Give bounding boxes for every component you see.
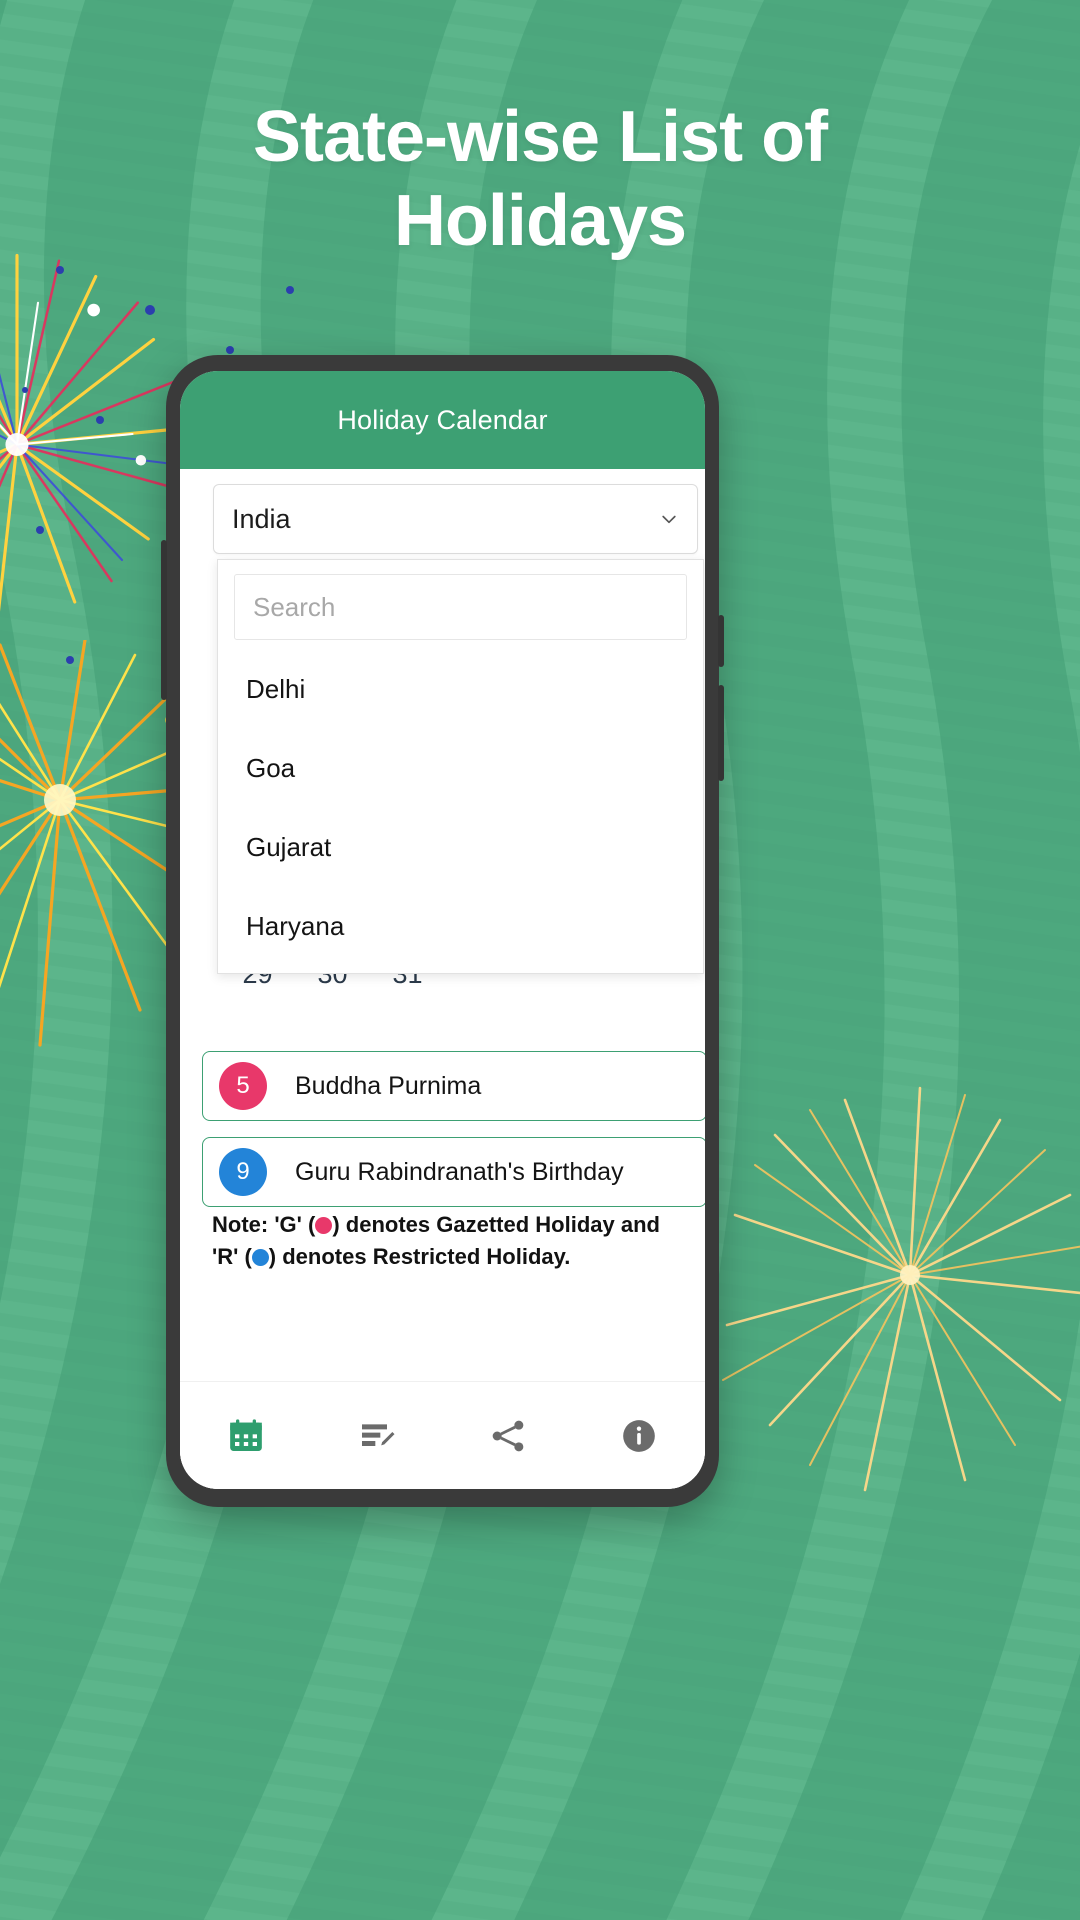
app-bar: Holiday Calendar xyxy=(180,371,705,469)
state-option-label: Haryana xyxy=(246,911,345,941)
search-placeholder: Search xyxy=(253,591,336,622)
share-icon xyxy=(492,1420,524,1451)
holiday-day-badge: 5 xyxy=(219,1062,267,1110)
state-option-goa[interactable]: Goa xyxy=(218,729,703,808)
state-option-label: Delhi xyxy=(246,674,306,704)
note-edit-icon xyxy=(361,1423,395,1446)
phone-volume-button xyxy=(161,540,167,700)
phone-side-button xyxy=(718,685,724,781)
holiday-card-guru-rabindranath-birthday[interactable]: 9 Guru Rabindranath's Birthday xyxy=(202,1137,705,1207)
country-select-value: India xyxy=(232,503,291,534)
phone-mockup: Holiday Calendar India 29 30 31 Search D… xyxy=(161,355,724,1507)
headline-line-2: Holidays xyxy=(393,181,687,261)
promo-headline: State-wise List of Holidays xyxy=(0,95,1080,263)
info-icon xyxy=(623,1419,656,1452)
nav-item-calendar[interactable] xyxy=(180,1416,311,1456)
chevron-down-icon xyxy=(662,515,676,524)
country-select[interactable]: India xyxy=(213,484,698,554)
phone-screen: Holiday Calendar India 29 30 31 Search D… xyxy=(180,371,705,1489)
state-option-delhi[interactable]: Delhi xyxy=(218,650,703,729)
restricted-dot-icon xyxy=(251,1249,269,1266)
holiday-card-buddha-purnima[interactable]: 5 Buddha Purnima xyxy=(202,1051,705,1121)
holiday-list: 5 Buddha Purnima 9 Guru Rabindranath's B… xyxy=(202,1051,705,1223)
headline-line-1: State-wise List of xyxy=(252,97,828,177)
note-part-1: Note: 'G' ( xyxy=(212,1212,316,1237)
state-option-haryana[interactable]: Haryana xyxy=(218,887,703,966)
bottom-navigation-bar xyxy=(180,1381,705,1489)
state-option-label: Goa xyxy=(246,753,296,783)
nav-item-share[interactable] xyxy=(443,1416,574,1456)
state-option-list: Delhi Goa Gujarat Haryana xyxy=(218,640,703,966)
calendar-icon xyxy=(229,1418,262,1451)
legend-note: Note: 'G' () denotes Gazetted Holiday an… xyxy=(212,1209,682,1273)
holiday-name: Buddha Purnima xyxy=(295,1071,482,1100)
state-option-gujarat[interactable]: Gujarat xyxy=(218,808,703,887)
note-part-3: ) denotes Restricted Holiday. xyxy=(268,1244,571,1269)
nav-item-notes[interactable] xyxy=(311,1416,442,1456)
app-content: India 29 30 31 Search Delhi Goa Gujarat … xyxy=(180,469,705,1489)
state-dropdown-panel: Search Delhi Goa Gujarat Haryana xyxy=(217,559,704,974)
app-title: Holiday Calendar xyxy=(337,404,548,435)
nav-item-info[interactable] xyxy=(574,1416,705,1456)
phone-power-button xyxy=(718,615,724,667)
firework-right xyxy=(722,1086,1080,1492)
holiday-day-badge: 9 xyxy=(219,1148,267,1196)
gazetted-dot-icon xyxy=(315,1217,333,1234)
state-option-label: Gujarat xyxy=(246,832,332,862)
holiday-name: Guru Rabindranath's Birthday xyxy=(295,1157,624,1186)
search-input[interactable]: Search xyxy=(234,574,687,640)
